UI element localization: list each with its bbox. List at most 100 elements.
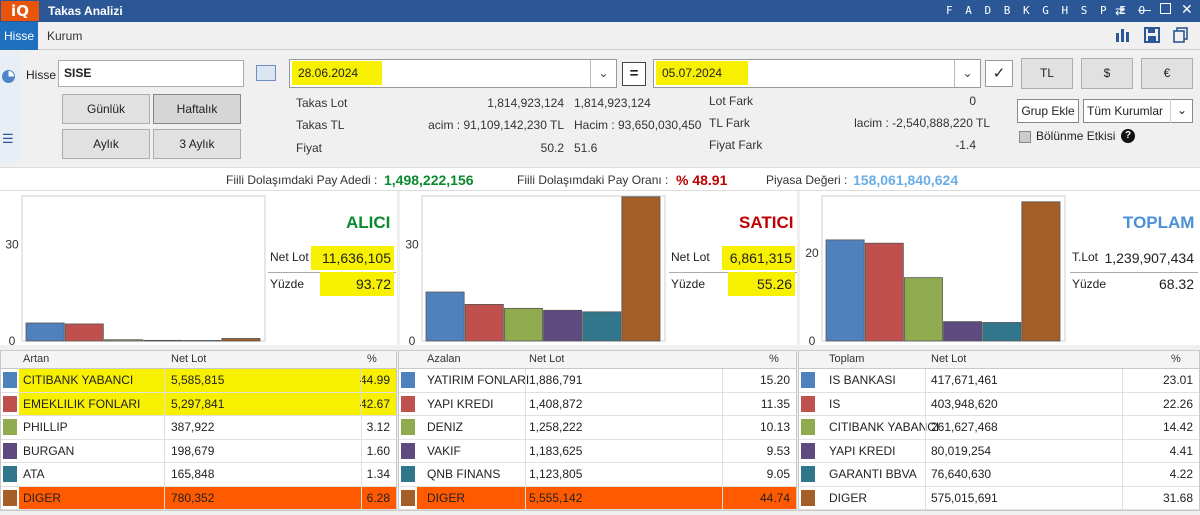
divider xyxy=(164,439,165,462)
cell-net-lot: 417,671,461 xyxy=(931,373,998,387)
cell-pct: 9.05 xyxy=(766,467,790,481)
col-header[interactable]: Net Lot xyxy=(171,351,206,368)
col-header[interactable]: % xyxy=(769,351,779,368)
alici-pct-label: Yüzde xyxy=(270,277,305,291)
col-header[interactable]: Artan xyxy=(23,351,49,368)
color-swatch xyxy=(3,395,17,412)
table-row[interactable]: IS BANKASI 417,671,461 23.01 xyxy=(799,369,1199,393)
table-header: Azalan Net Lot % xyxy=(399,351,796,369)
cell-net-lot: 80,019,254 xyxy=(931,443,992,458)
uc-aylik-button[interactable]: 3 Aylık xyxy=(153,129,241,159)
table-row[interactable]: QNB FINANS 1,123,805 9.05 xyxy=(399,463,796,487)
hisse-input[interactable]: SISE xyxy=(58,60,244,87)
gunluk-button[interactable]: Günlük xyxy=(62,94,150,124)
table-row[interactable]: PHILLIP 387,922 3.12 xyxy=(1,416,396,440)
table-row[interactable]: CITIBANK YABANCI 261,627,468 14.42 xyxy=(799,416,1199,440)
cell-pct: 1.60 xyxy=(366,443,390,458)
col-header[interactable]: Net Lot xyxy=(529,351,564,368)
calendar-icon[interactable] xyxy=(256,65,276,81)
y-tick-label: 30 xyxy=(405,237,419,251)
close-icon[interactable]: ✕ xyxy=(1181,1,1193,18)
col-header[interactable]: Azalan xyxy=(427,351,461,368)
chart-bar xyxy=(25,322,65,342)
col-header[interactable]: % xyxy=(1171,351,1181,368)
cell-net-lot: 5,555,142 xyxy=(529,490,583,505)
currency-tl-button[interactable]: TL xyxy=(1021,58,1073,89)
aylik-button[interactable]: Aylık xyxy=(62,129,150,159)
chart-bar xyxy=(64,323,104,342)
divider xyxy=(164,392,165,415)
table-header: Artan Net Lot % xyxy=(1,351,396,369)
maximize-icon[interactable] xyxy=(1160,3,1171,14)
table-row[interactable]: YAPI KREDI 80,019,254 4.41 xyxy=(799,439,1199,463)
pie-chart-icon[interactable] xyxy=(2,70,15,83)
table-row[interactable]: YAPI KREDI 1,408,872 11.35 xyxy=(399,392,796,416)
satici-net-label: Net Lot xyxy=(671,250,710,264)
table-row[interactable]: VAKIF 1,183,625 9.53 xyxy=(399,439,796,463)
equals-button[interactable]: = xyxy=(622,62,646,86)
bolunme-checkbox[interactable] xyxy=(1019,131,1031,143)
divider xyxy=(361,486,362,509)
y-tick-label: 20 xyxy=(805,246,819,260)
table-row[interactable]: CITIBANK YABANCI 5,585,815 44.99 xyxy=(1,369,396,393)
table-row[interactable]: EMEKLILIK FONLARI 5,297,841 42.67 xyxy=(1,392,396,416)
cell-name: ATA xyxy=(23,467,45,481)
table-row[interactable]: GARANTI BBVA 76,640,630 4.22 xyxy=(799,463,1199,487)
menu-icon[interactable]: ☰ xyxy=(2,131,14,147)
table-row[interactable]: DIGER 780,352 6.28 xyxy=(1,486,396,510)
currency-usd-button[interactable]: $ xyxy=(1081,58,1133,89)
apply-button[interactable]: ✓ xyxy=(985,60,1013,87)
color-swatch xyxy=(3,466,17,482)
chevron-down-icon[interactable]: ⌄ xyxy=(954,60,980,87)
help-icon[interactable]: ? xyxy=(1121,129,1135,143)
toplam-net-value: 1,239,907,434 xyxy=(1104,250,1194,266)
cell-name: CITIBANK YABANCI xyxy=(23,373,134,387)
bolunme-label: Bölünme Etkisi xyxy=(1036,129,1116,143)
divider xyxy=(361,463,362,486)
grup-ekle-button[interactable]: Grup Ekle xyxy=(1017,99,1079,123)
cell-net-lot: 780,352 xyxy=(171,490,215,505)
divider xyxy=(722,369,723,392)
table-row[interactable]: IS 403,948,620 22.26 xyxy=(799,392,1199,416)
cell-net-lot: 1,408,872 xyxy=(529,396,583,411)
tab-hisse[interactable]: Hisse xyxy=(0,22,38,50)
chart-bar xyxy=(903,277,943,342)
table-row[interactable]: YATIRIM FONLARI 1,886,791 15.20 xyxy=(399,369,796,393)
cell-pct: 31.68 xyxy=(1162,490,1193,505)
table-row[interactable]: BURGAN 198,679 1.60 xyxy=(1,439,396,463)
swap-icon[interactable]: ⇄ xyxy=(1115,4,1125,18)
alici-pct-value: 93.72 xyxy=(320,272,394,296)
tab-kurum[interactable]: Kurum xyxy=(47,29,82,43)
cell-pct: 44.99 xyxy=(359,373,390,387)
bar-chart-icon[interactable] xyxy=(1114,27,1132,45)
start-date-value: 28.06.2024 xyxy=(292,61,382,85)
chevron-down-icon[interactable]: ⌄ xyxy=(590,60,616,87)
col-header[interactable]: Net Lot xyxy=(931,351,966,368)
fiyat-value-2: 51.6 xyxy=(574,141,598,155)
table-header: Toplam Net Lot % xyxy=(799,351,1199,369)
cell-name: PHILLIP xyxy=(23,420,68,434)
fiili-oran-label: Fiili Dolaşımdaki Pay Oranı : xyxy=(517,173,669,187)
haftalik-button[interactable]: Haftalık xyxy=(153,94,241,124)
minimize-icon[interactable]: — xyxy=(1138,2,1151,17)
col-header[interactable]: % xyxy=(367,351,377,368)
chevron-down-icon[interactable]: ⌄ xyxy=(1170,99,1193,123)
currency-eur-button[interactable]: € xyxy=(1141,58,1193,89)
satici-bar-chart: 0 30 xyxy=(405,195,666,345)
table-row[interactable]: DENIZ 1,258,222 10.13 xyxy=(399,416,796,440)
table-row[interactable]: ATA 165,848 1.34 xyxy=(1,463,396,487)
divider xyxy=(1122,392,1123,415)
fiili-oran-value: % 48.91 xyxy=(676,172,728,188)
fiyat-label: Fiyat xyxy=(296,141,323,155)
azalan-table: Azalan Net Lot % YATIRIM FONLARI 1,886,79… xyxy=(398,350,797,511)
copy-icon[interactable] xyxy=(1172,27,1190,45)
cell-name: YAPI KREDI xyxy=(829,443,896,458)
chart-bar xyxy=(543,309,583,342)
col-header[interactable]: Toplam xyxy=(829,351,864,368)
divider xyxy=(361,416,362,439)
table-row[interactable]: DIGER 5,555,142 44.74 xyxy=(399,486,796,510)
save-icon[interactable] xyxy=(1143,27,1161,45)
cell-name: VAKIF xyxy=(427,443,461,458)
chart-bar xyxy=(982,322,1022,342)
table-row[interactable]: DIGER 575,015,691 31.68 xyxy=(799,486,1199,510)
